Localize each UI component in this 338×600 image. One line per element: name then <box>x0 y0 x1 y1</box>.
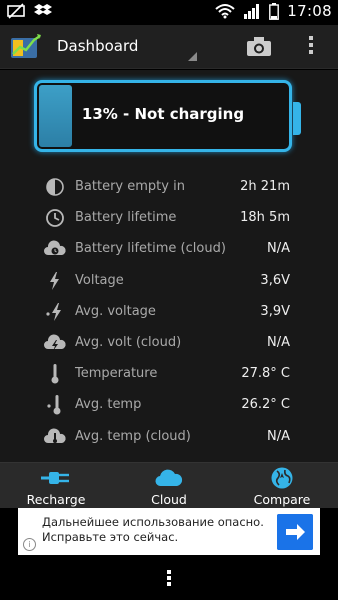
stat-label: Avg. temp <box>75 397 142 413</box>
bottom-nav: Recharge Cloud Compare <box>0 462 338 508</box>
stat-row-avg-volt-cloud: Avg. volt (cloud) N/A <box>0 328 338 359</box>
avg-bolt-icon <box>46 302 61 321</box>
action-bar: Dashboard <box>0 25 338 69</box>
stat-label: Battery lifetime (cloud) <box>75 241 226 257</box>
cloud-bolt-icon <box>44 334 66 351</box>
battery-tip <box>293 102 301 135</box>
avg-thermometer-icon <box>47 395 61 415</box>
stat-value: 26.2° C <box>241 397 290 413</box>
stat-row-battery-empty-in: Battery empty in 2h 21m <box>0 172 338 203</box>
stat-label: Battery empty in <box>75 179 185 194</box>
stat-label: Temperature <box>75 366 158 382</box>
stat-value: 3,6V <box>260 272 290 288</box>
stat-row-temperature: Temperature 27.8° C <box>0 359 338 390</box>
stat-value: 27.8° C <box>241 366 290 382</box>
battery-icon <box>269 2 280 20</box>
ad-text[interactable]: Дальнейшее использование опасно. Исправь… <box>42 515 282 545</box>
stat-label: Battery lifetime <box>75 210 177 226</box>
stat-row-battery-lifetime: Battery lifetime 18h 5m <box>0 203 338 234</box>
stat-row-avg-voltage: Avg. voltage 3,9V <box>0 297 338 328</box>
nav-label: Cloud <box>151 492 187 507</box>
plug-icon <box>41 472 69 484</box>
stat-row-voltage: Voltage 3,6V <box>0 266 338 297</box>
stat-value: N/A <box>267 334 290 350</box>
ad-text-line2: Исправьте это сейчас. <box>42 530 179 544</box>
overflow-menu-icon[interactable] <box>304 33 318 61</box>
camera-icon[interactable] <box>244 33 274 61</box>
signal-icon <box>244 4 260 19</box>
cloud-thermometer-icon <box>44 427 66 443</box>
system-nav-bar <box>0 555 338 600</box>
nav-recharge[interactable]: Recharge <box>0 463 112 509</box>
system-menu-icon[interactable] <box>166 568 172 588</box>
battery-gauge: 13% - Not charging <box>34 80 292 152</box>
globe-icon <box>271 467 293 489</box>
nav-cloud[interactable]: Cloud <box>113 463 225 509</box>
bolt-icon <box>50 271 59 290</box>
dropdown-indicator-icon[interactable] <box>188 52 197 61</box>
cloud-icon <box>155 469 183 487</box>
stat-value: 18h 5m <box>240 210 290 226</box>
half-circle-icon <box>46 178 64 196</box>
ad-text-line1: Дальнейшее использование опасно. <box>42 515 264 529</box>
cloud-clock-icon <box>44 240 66 256</box>
stat-label: Avg. voltage <box>75 303 156 319</box>
ad-info-icon[interactable]: i <box>23 538 36 551</box>
ad-banner[interactable]: Дальнейшее использование опасно. Исправь… <box>18 508 320 555</box>
wifi-icon <box>215 4 235 19</box>
stat-row-battery-lifetime-cloud: Battery lifetime (cloud) N/A <box>0 234 338 265</box>
stat-label: Avg. volt (cloud) <box>75 334 182 350</box>
stat-row-avg-temp-cloud: Avg. temp (cloud) N/A <box>0 422 338 453</box>
no-sim-icon <box>7 3 25 19</box>
nav-label: Recharge <box>26 492 86 507</box>
nav-label: Compare <box>253 492 311 507</box>
stat-label: Voltage <box>75 272 124 288</box>
battery-status-text: 13% - Not charging <box>81 105 245 123</box>
stat-row-avg-temp: Avg. temp 26.2° C <box>0 390 338 421</box>
page-title[interactable]: Dashboard <box>57 37 138 55</box>
status-bar: 17:08 <box>0 0 338 25</box>
stat-value: 2h 21m <box>240 179 290 194</box>
status-clock: 17:08 <box>287 2 332 20</box>
dropbox-icon <box>34 4 52 15</box>
dashboard-content: 13% - Not charging Battery empty in 2h 2… <box>0 70 338 462</box>
clock-icon <box>46 209 64 228</box>
stat-value: 3,9V <box>260 303 290 319</box>
nav-compare[interactable]: Compare <box>226 463 338 509</box>
arrow-right-icon[interactable] <box>277 514 313 550</box>
stat-label: Avg. temp (cloud) <box>75 428 191 444</box>
stat-value: N/A <box>267 428 290 444</box>
thermometer-icon <box>51 364 59 384</box>
app-logo-icon[interactable] <box>10 32 42 62</box>
stat-value: N/A <box>267 241 290 257</box>
stats-list: Battery empty in 2h 21m Battery lifetime… <box>0 172 338 453</box>
